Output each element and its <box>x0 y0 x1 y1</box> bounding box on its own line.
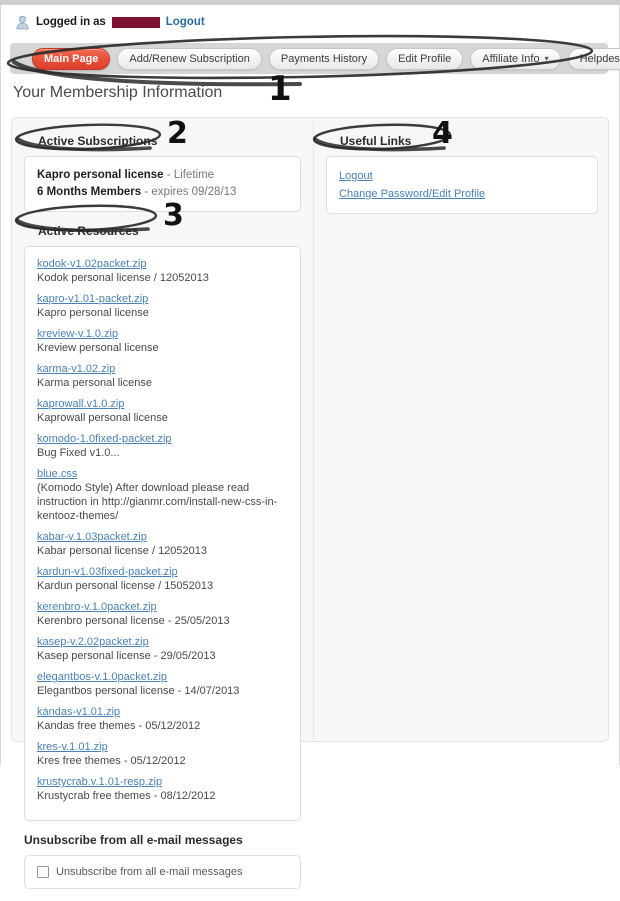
nav-tab-affiliate-info[interactable]: Affiliate Info ▾ <box>470 47 561 70</box>
resource-description: Kandas free themes - 05/12/2012 <box>37 720 201 732</box>
resource-description: Karma personal license <box>37 377 152 389</box>
resource-description: Krustycrab free themes - 08/12/2012 <box>37 790 216 802</box>
resource-description: (Komodo Style) After download please rea… <box>37 482 278 522</box>
resource-download-link[interactable]: kodok-v1.02packet.zip <box>37 257 288 271</box>
resource-item: kres-v.1.01.zip Kres free themes - 05/12/… <box>37 740 288 768</box>
nav-tab-edit-profile[interactable]: Edit Profile <box>386 47 464 70</box>
unsubscribe-card: Unsubscribe from all e-mail messages <box>24 855 301 889</box>
resource-description: Kapro personal license <box>37 307 149 319</box>
resource-description: Kres free themes - 05/12/2012 <box>37 755 186 767</box>
resource-description: Bug Fixed v1.0... <box>37 447 120 459</box>
user-icon <box>15 15 30 30</box>
resource-description: Kodok personal license / 12052013 <box>37 272 209 284</box>
logged-in-label: Logged in as <box>36 16 106 28</box>
resource-download-link[interactable]: komodo-1.0fixed-packet.zip <box>37 432 288 446</box>
useful-link[interactable]: Logout <box>339 167 585 185</box>
subscription-name: Kapro personal license <box>37 169 164 181</box>
resource-item: kabar-v.1.03packet.zip Kabar personal lic… <box>37 530 288 558</box>
resource-download-link[interactable]: kres-v.1.01.zip <box>37 740 288 754</box>
chevron-down-icon: ▾ <box>544 53 549 63</box>
resource-item: kandas-v1.01.zip Kandas free themes - 05/… <box>37 705 288 733</box>
resource-description: Kerenbro personal license - 25/05/2013 <box>37 615 230 627</box>
resource-download-link[interactable]: kasep-v.2.02packet.zip <box>37 635 288 649</box>
resource-description: Kaprowall personal license <box>37 412 168 424</box>
resource-item: elegantbos-v.1.0packet.zip Elegantbos per… <box>37 670 288 698</box>
right-column: Useful Links Logout Change Password/Edit … <box>314 118 610 226</box>
resource-download-link[interactable]: kapro-v1.01-packet.zip <box>37 292 288 306</box>
logout-link-header[interactable]: Logout <box>166 16 205 28</box>
nav-tab-label: Edit Profile <box>398 52 452 65</box>
unsubscribe-checkbox-label: Unsubscribe from all e-mail messages <box>56 866 243 878</box>
nav-tab-label: Helpdesk <box>579 52 620 65</box>
nav-tab-label: Add/Renew Subscription <box>129 52 250 65</box>
active-subscriptions-card: Kapro personal license - Lifetime 6 Month… <box>24 156 301 212</box>
resource-item: kapro-v1.01-packet.zip Kapro personal lic… <box>37 292 288 320</box>
active-subscriptions-heading: Active Subscriptions <box>38 134 158 148</box>
resource-download-link[interactable]: kabar-v.1.03packet.zip <box>37 530 288 544</box>
resource-item: kerenbro-v.1.0packet.zip Kerenbro persona… <box>37 600 288 628</box>
nav-tab-main-page[interactable]: Main Page <box>32 47 111 70</box>
subscription-detail: - expires 09/28/13 <box>144 186 237 198</box>
nav-bar: Main Page Add/Renew Subscription Payments … <box>10 43 620 74</box>
nav-tab-label: Payments History <box>280 52 368 65</box>
nav-tab-label: Main Page <box>44 52 99 65</box>
page-title: Your Membership Information <box>13 84 223 101</box>
username-redaction <box>111 16 160 28</box>
resource-item: blue.css (Komodo Style) After download pl… <box>37 467 288 523</box>
nav-tab-add-renew-subscription[interactable]: Add/Renew Subscription <box>117 47 262 70</box>
resource-description: Elegantbos personal license - 14/07/2013 <box>37 685 240 697</box>
content-panel: Active Subscriptions Kapro personal lice… <box>11 117 610 889</box>
unsubscribe-checkbox[interactable] <box>37 866 49 878</box>
subscription-row: Kapro personal license - Lifetime <box>37 167 288 184</box>
resource-download-link[interactable]: elegantbos-v.1.0packet.zip <box>37 670 288 684</box>
resource-item: kardun-v1.03fixed-packet.zip Kardun perso… <box>37 565 288 593</box>
active-resources-card: kodok-v1.02packet.zip Kodok personal lice… <box>24 246 301 821</box>
active-resources-heading: Active Resources <box>38 224 139 238</box>
resource-item: krustycrab.v.1.01-resp.zip Krustycrab fre… <box>37 775 288 803</box>
resource-download-link[interactable]: blue.css <box>37 467 288 481</box>
resource-item: kodok-v1.02packet.zip Kodok personal lice… <box>37 257 288 285</box>
nav-tab-label: Affiliate Info <box>482 52 540 65</box>
resource-item: komodo-1.0fixed-packet.zip Bug Fixed v1.0… <box>37 432 288 460</box>
resource-download-link[interactable]: kerenbro-v.1.0packet.zip <box>37 600 288 614</box>
resource-download-link[interactable]: kandas-v1.01.zip <box>37 705 288 719</box>
resource-description: Kreview personal license <box>37 342 159 354</box>
login-bar: Logged in as Logout <box>15 13 205 31</box>
useful-links-card: Logout Change Password/Edit Profile <box>326 156 598 214</box>
resource-download-link[interactable]: krustycrab.v.1.01-resp.zip <box>37 775 288 789</box>
page-container: Logged in as Logout Main Page Add/Renew S… <box>0 5 620 889</box>
subscription-row: 6 Months Members - expires 09/28/13 <box>37 184 288 201</box>
resource-description: Kardun personal license / 15052013 <box>37 580 214 592</box>
resource-download-link[interactable]: kardun-v1.03fixed-packet.zip <box>37 565 288 579</box>
resource-download-link[interactable]: karma-v1.02.zip <box>37 362 288 376</box>
resource-item: kasep-v.2.02packet.zip Kasep personal lic… <box>37 635 288 663</box>
resource-item: kaprowall.v1.0.zip Kaprowall personal lic… <box>37 397 288 425</box>
nav-tab-helpdesk[interactable]: Helpdesk <box>567 47 620 70</box>
unsubscribe-row[interactable]: Unsubscribe from all e-mail messages <box>37 866 288 878</box>
useful-links-heading: Useful Links <box>340 134 412 148</box>
resource-item: karma-v1.02.zip Karma personal license <box>37 362 288 390</box>
resource-download-link[interactable]: kaprowall.v1.0.zip <box>37 397 288 411</box>
left-column: Active Subscriptions Kapro personal lice… <box>12 118 313 901</box>
subscription-name: 6 Months Members <box>37 186 142 198</box>
resource-item: kreview-v.1.0.zip Kreview personal licens… <box>37 327 288 355</box>
subscription-detail: - Lifetime <box>166 169 215 181</box>
nav-tab-payments-history[interactable]: Payments History <box>268 47 380 70</box>
resource-description: Kasep personal license - 29/05/2013 <box>37 650 216 662</box>
resource-download-link[interactable]: kreview-v.1.0.zip <box>37 327 288 341</box>
resource-description: Kabar personal license / 12052013 <box>37 545 208 557</box>
useful-link[interactable]: Change Password/Edit Profile <box>339 185 585 203</box>
unsubscribe-heading: Unsubscribe from all e-mail messages <box>24 833 243 847</box>
